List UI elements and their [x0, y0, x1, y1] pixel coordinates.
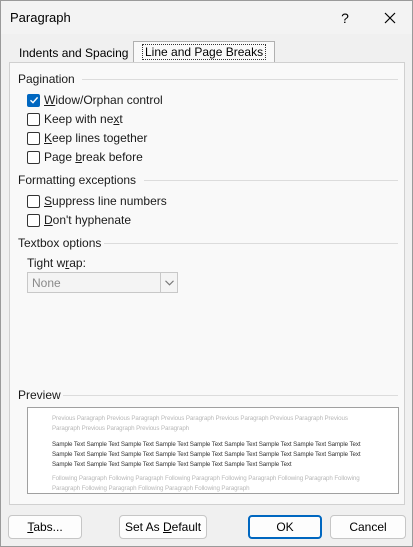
page-break-before-checkbox[interactable] — [27, 150, 40, 164]
keep-with-next-option[interactable]: Keep with next — [27, 111, 123, 127]
dropdown-arrow[interactable] — [160, 273, 177, 292]
option-label: Suppress line numbers — [44, 194, 167, 208]
page-break-before-option[interactable]: Page break before — [27, 149, 143, 165]
dont-hyphenate-option[interactable]: Don't hyphenate — [27, 212, 131, 228]
widow-orphan-checkbox[interactable] — [27, 93, 40, 107]
check-icon — [29, 96, 38, 104]
preview-sample-text: Sample Text Sample Text Sample Text Samp… — [52, 441, 361, 468]
formatting-exceptions-heading: Formatting exceptions — [18, 173, 137, 187]
tab-label: Line and Page Breaks — [142, 44, 267, 60]
tight-wrap-select[interactable]: None — [27, 272, 178, 293]
set-as-default-button[interactable]: Set As Default — [119, 515, 207, 539]
suppress-line-numbers-checkbox[interactable] — [27, 194, 40, 208]
keep-lines-together-checkbox[interactable] — [27, 131, 40, 145]
chevron-down-icon — [164, 279, 174, 286]
button-label: Tabs... — [27, 520, 63, 534]
tab-line-and-page-breaks[interactable]: Line and Page Breaks — [133, 41, 276, 63]
option-label: Don't hyphenate — [44, 213, 132, 227]
keep-with-next-checkbox[interactable] — [27, 112, 40, 126]
preview-heading: Preview — [18, 388, 61, 402]
tabs-button[interactable]: Tabs... — [8, 515, 82, 539]
title-bar: Paragraph ? — [1, 1, 412, 34]
divider — [104, 243, 398, 244]
tab-strip: Indents and Spacing Line and Page Breaks — [9, 41, 404, 63]
preview-box: Previous Paragraph Previous Paragraph Pr… — [27, 407, 399, 494]
preview-following-paragraph: Following Paragraph Following Paragraph … — [52, 475, 360, 492]
divider — [63, 395, 398, 396]
suppress-line-numbers-option[interactable]: Suppress line numbers — [27, 193, 167, 209]
tab-panel: Pagination Widow/Orphan control Keep wit… — [9, 62, 405, 505]
option-label: Page break before — [44, 150, 143, 164]
textbox-options-heading: Textbox options — [18, 236, 102, 250]
dialog-title: Paragraph — [10, 10, 71, 25]
divider — [144, 180, 398, 181]
close-icon — [384, 12, 396, 24]
close-button[interactable] — [371, 5, 409, 31]
preview-previous-paragraph: Previous Paragraph Previous Paragraph Pr… — [52, 415, 348, 432]
option-label: Keep lines together — [44, 131, 148, 145]
tab-label: Indents and Spacing — [19, 46, 129, 60]
ok-button[interactable]: OK — [248, 515, 322, 539]
dont-hyphenate-checkbox[interactable] — [27, 213, 40, 227]
help-button[interactable]: ? — [327, 5, 363, 31]
divider — [82, 79, 398, 80]
tight-wrap-label: Tight wrap: — [27, 256, 86, 270]
button-label: Set As Default — [124, 520, 202, 534]
pagination-heading: Pagination — [18, 72, 75, 86]
keep-lines-together-option[interactable]: Keep lines together — [27, 130, 147, 146]
option-label: Keep with next — [44, 112, 123, 126]
option-label: Widow/Orphan control — [44, 93, 163, 107]
cancel-button[interactable]: Cancel — [330, 515, 406, 539]
widow-orphan-control-option[interactable]: Widow/Orphan control — [27, 92, 163, 108]
paragraph-dialog: Paragraph ? Indents and Spacing Line and… — [0, 0, 413, 547]
tab-indents-and-spacing[interactable]: Indents and Spacing — [11, 43, 136, 63]
tight-wrap-value: None — [32, 276, 61, 290]
